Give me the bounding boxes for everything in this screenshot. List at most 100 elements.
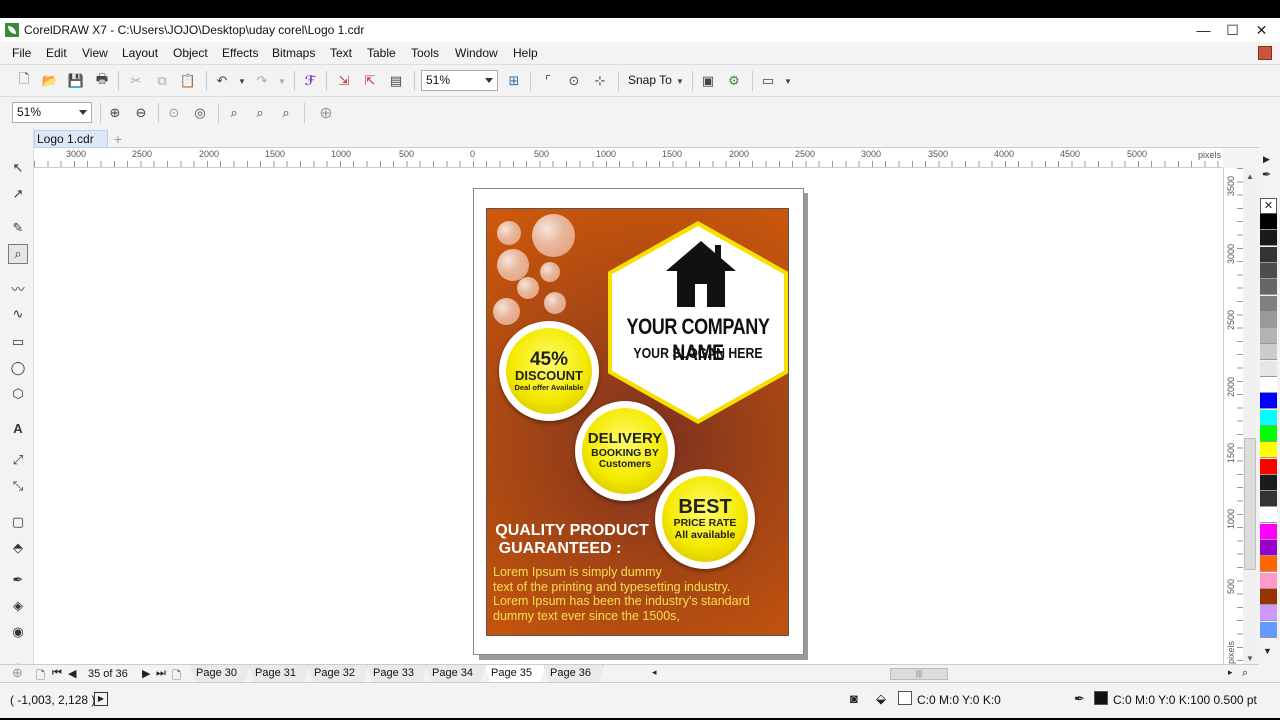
color-swatch[interactable] bbox=[1260, 344, 1277, 361]
menu-edit[interactable]: Edit bbox=[46, 46, 67, 60]
snap-to-button[interactable]: Snap To bbox=[628, 73, 672, 87]
welcome-screen-icon[interactable]: ▣ bbox=[700, 73, 716, 89]
color-swatch[interactable] bbox=[1260, 279, 1277, 296]
vertical-scroll-thumb[interactable] bbox=[1244, 438, 1256, 570]
color-swatch[interactable] bbox=[1260, 393, 1277, 410]
minimize-button[interactable]: — bbox=[1189, 18, 1218, 42]
shape-tool-icon[interactable]: ↗ bbox=[8, 184, 28, 204]
palette-scroll-up-icon[interactable]: ▶ bbox=[1263, 154, 1270, 165]
freehand-tool-icon[interactable]: 〰 bbox=[8, 278, 28, 298]
zoom-out-icon[interactable]: ⊖ bbox=[133, 105, 149, 121]
scroll-down-icon[interactable]: ▼ bbox=[1246, 654, 1254, 663]
fill-color-swatch[interactable] bbox=[898, 691, 912, 705]
show-grid-icon[interactable]: ⊙ bbox=[566, 73, 582, 89]
rectangle-tool-icon[interactable]: ▭ bbox=[8, 332, 28, 352]
menu-object[interactable]: Object bbox=[173, 46, 208, 60]
redo-icon[interactable]: ↷ bbox=[254, 73, 270, 89]
page-tab[interactable]: Page 32 bbox=[308, 665, 368, 682]
zoom-level-select[interactable]: 51% bbox=[421, 70, 498, 91]
color-swatch[interactable] bbox=[1260, 540, 1277, 556]
import-icon[interactable]: ⇲ bbox=[336, 73, 352, 89]
color-swatch[interactable] bbox=[1260, 572, 1277, 589]
pick-tool-icon[interactable]: ↖ bbox=[8, 158, 28, 178]
copy-icon[interactable]: ⧉ bbox=[154, 73, 170, 89]
menu-bitmaps[interactable]: Bitmaps bbox=[272, 46, 315, 60]
outline-color-swatch[interactable] bbox=[1094, 691, 1108, 705]
page-tab[interactable]: Page 36 bbox=[544, 665, 604, 682]
vertical-ruler[interactable]: 3500 3000 2500 2000 1500 1000 500 pixels bbox=[1223, 168, 1243, 668]
export-icon[interactable]: ⇱ bbox=[362, 73, 378, 89]
color-swatch[interactable] bbox=[1260, 230, 1277, 247]
palette-scroll-down-icon[interactable]: ▼ bbox=[1263, 646, 1272, 656]
play-icon[interactable]: ▶ bbox=[94, 692, 108, 706]
polygon-tool-icon[interactable]: ⬡ bbox=[8, 384, 28, 404]
color-swatch[interactable] bbox=[1260, 588, 1277, 605]
color-swatch[interactable] bbox=[1260, 458, 1277, 475]
color-swatch[interactable] bbox=[1260, 377, 1277, 393]
zoom-to-selected-icon[interactable]: ⊙ bbox=[166, 105, 182, 121]
maximize-button[interactable]: ☐ bbox=[1218, 18, 1247, 42]
account-icon[interactable] bbox=[1258, 46, 1272, 60]
new-document-icon[interactable]: 🗋 bbox=[16, 71, 32, 89]
scroll-left-icon[interactable]: ◂ bbox=[652, 667, 657, 678]
menu-layout[interactable]: Layout bbox=[122, 46, 158, 60]
menu-tools[interactable]: Tools bbox=[411, 46, 439, 60]
first-page-icon[interactable]: ⏮ bbox=[52, 667, 62, 680]
crop-tool-icon[interactable]: ✎ bbox=[8, 218, 28, 238]
menu-window[interactable]: Window bbox=[455, 46, 498, 60]
add-document-tab-button[interactable]: + bbox=[110, 131, 126, 147]
zoom-in-icon[interactable]: ⊕ bbox=[107, 105, 123, 121]
color-swatch[interactable] bbox=[1260, 507, 1277, 524]
menu-table[interactable]: Table bbox=[367, 46, 396, 60]
menu-view[interactable]: View bbox=[82, 46, 108, 60]
connector-tool-icon[interactable]: ⤡ bbox=[8, 476, 28, 496]
color-swatch[interactable] bbox=[1260, 442, 1277, 459]
document-tab[interactable]: Logo 1.cdr bbox=[34, 130, 108, 148]
last-page-icon[interactable]: ⏭ bbox=[156, 667, 166, 680]
paste-icon[interactable]: 📋 bbox=[180, 73, 196, 89]
cut-icon[interactable]: ✂ bbox=[128, 73, 144, 89]
color-swatch[interactable] bbox=[1260, 556, 1277, 573]
navigator-zoom-icon[interactable]: ⌕ bbox=[1242, 667, 1248, 680]
eyedropper-icon[interactable]: ✒ bbox=[1262, 168, 1271, 181]
undo-icon[interactable]: ↶ bbox=[214, 73, 230, 89]
flyer-design[interactable]: YOUR COMPANY NAME YOUR SLOGAN HERE 45% D… bbox=[486, 208, 789, 636]
vertical-scrollbar[interactable]: ▲ ▼ bbox=[1243, 168, 1257, 668]
drawing-canvas[interactable]: YOUR COMPANY NAME YOUR SLOGAN HERE 45% D… bbox=[34, 168, 1223, 668]
color-swatch[interactable] bbox=[1260, 425, 1277, 442]
print-icon[interactable]: 🖶 bbox=[94, 71, 110, 89]
transparency-tool-icon[interactable]: ⬘ bbox=[8, 538, 28, 558]
color-swatch[interactable] bbox=[1260, 605, 1277, 622]
menu-file[interactable]: File bbox=[12, 46, 31, 60]
color-swatch[interactable] bbox=[1260, 491, 1277, 508]
page-tab[interactable]: Page 33 bbox=[367, 665, 427, 682]
undo-dropdown-icon[interactable]: ▼ bbox=[234, 73, 250, 89]
page-tab[interactable]: Page 30 bbox=[190, 665, 250, 682]
color-swatch[interactable] bbox=[1260, 474, 1277, 491]
color-swatch[interactable] bbox=[1260, 409, 1277, 426]
next-page-icon[interactable]: ▶ bbox=[142, 667, 150, 680]
zoom-levels-select[interactable]: 51% bbox=[12, 102, 92, 123]
horizontal-scroll-thumb[interactable]: ||| bbox=[890, 668, 948, 680]
horizontal-ruler[interactable]: 3000 2500 2000 1500 1000 500 0 500 1000 … bbox=[34, 148, 1223, 168]
ellipse-tool-icon[interactable]: ◯ bbox=[8, 358, 28, 378]
search-content-icon[interactable]: ℱ bbox=[302, 73, 318, 89]
open-folder-icon[interactable]: 📂 bbox=[42, 73, 58, 89]
page-tab-active[interactable]: Page 35 bbox=[485, 665, 545, 682]
close-button[interactable]: ✕ bbox=[1247, 18, 1276, 42]
show-rulers-icon[interactable]: ⌜ bbox=[540, 73, 556, 89]
zoom-tool-icon[interactable]: ⌕ bbox=[8, 244, 28, 264]
application-launcher-icon[interactable]: ▭ bbox=[760, 73, 776, 89]
add-toolbar-icon[interactable]: ⊕ bbox=[318, 105, 334, 122]
page-tab[interactable]: Page 31 bbox=[249, 665, 309, 682]
text-tool-icon[interactable]: A bbox=[8, 418, 28, 438]
zoom-to-page-icon[interactable]: ⌕ bbox=[226, 105, 242, 121]
zoom-to-page-width-icon[interactable]: ⌕ bbox=[252, 105, 268, 121]
page-tab[interactable]: Page 34 bbox=[426, 665, 486, 682]
artistic-media-tool-icon[interactable]: ∿ bbox=[8, 304, 28, 324]
zoom-to-page-height-icon[interactable]: ⌕ bbox=[278, 105, 294, 121]
color-proofing-icon[interactable]: ◙ bbox=[850, 691, 858, 706]
drop-shadow-tool-icon[interactable]: ▢ bbox=[8, 512, 28, 532]
chevron-down-icon[interactable]: ▼ bbox=[672, 73, 688, 89]
scroll-right-icon[interactable]: ▸ bbox=[1228, 667, 1233, 678]
